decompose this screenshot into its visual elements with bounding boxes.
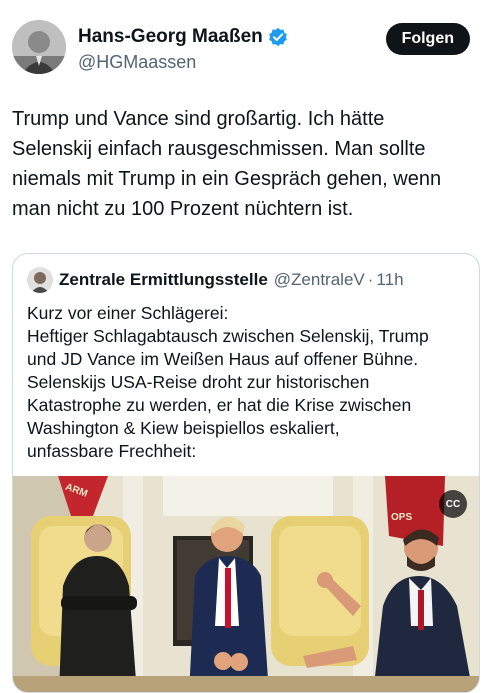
quoted-tweet-text: Kurz vor einer Schlägerei: Heftiger Schl…: [27, 303, 429, 461]
quoted-separator: ·: [367, 270, 374, 289]
tweet-text: Trump und Vance sind großartig. Ich hätt…: [12, 108, 442, 220]
quoted-author-handle: @ZentraleV: [273, 270, 365, 289]
author-handle[interactable]: @HGMaassen: [78, 50, 288, 74]
quoted-tweet-header: Zentrale Ermittlungsstelle @ZentraleV · …: [27, 267, 404, 293]
quoted-video[interactable]: ARM OPS CC: [13, 476, 479, 692]
video-frame: ARM OPS: [13, 476, 479, 692]
quoted-tweet[interactable]: Zentrale Ermittlungsstelle @ZentraleV · …: [12, 253, 480, 693]
follow-button[interactable]: Folgen: [385, 23, 470, 55]
quoted-timestamp: 11h: [376, 270, 404, 289]
quoted-author-avatar: [27, 267, 53, 293]
quoted-author-name: Zentrale Ermittlungsstelle: [59, 270, 268, 289]
verified-badge-icon: [268, 27, 288, 47]
author-name-text[interactable]: Hans-Georg Maaßen: [78, 26, 263, 48]
author-avatar[interactable]: [12, 20, 66, 74]
author-names: Hans-Georg Maaßen @HGMaassen: [78, 26, 288, 74]
author-display-name[interactable]: Hans-Georg Maaßen: [78, 26, 288, 48]
flag-text-right: OPS: [391, 512, 412, 523]
tweet-header: Hans-Georg Maaßen @HGMaassen Folgen: [12, 20, 482, 80]
captions-button[interactable]: CC: [439, 490, 467, 518]
